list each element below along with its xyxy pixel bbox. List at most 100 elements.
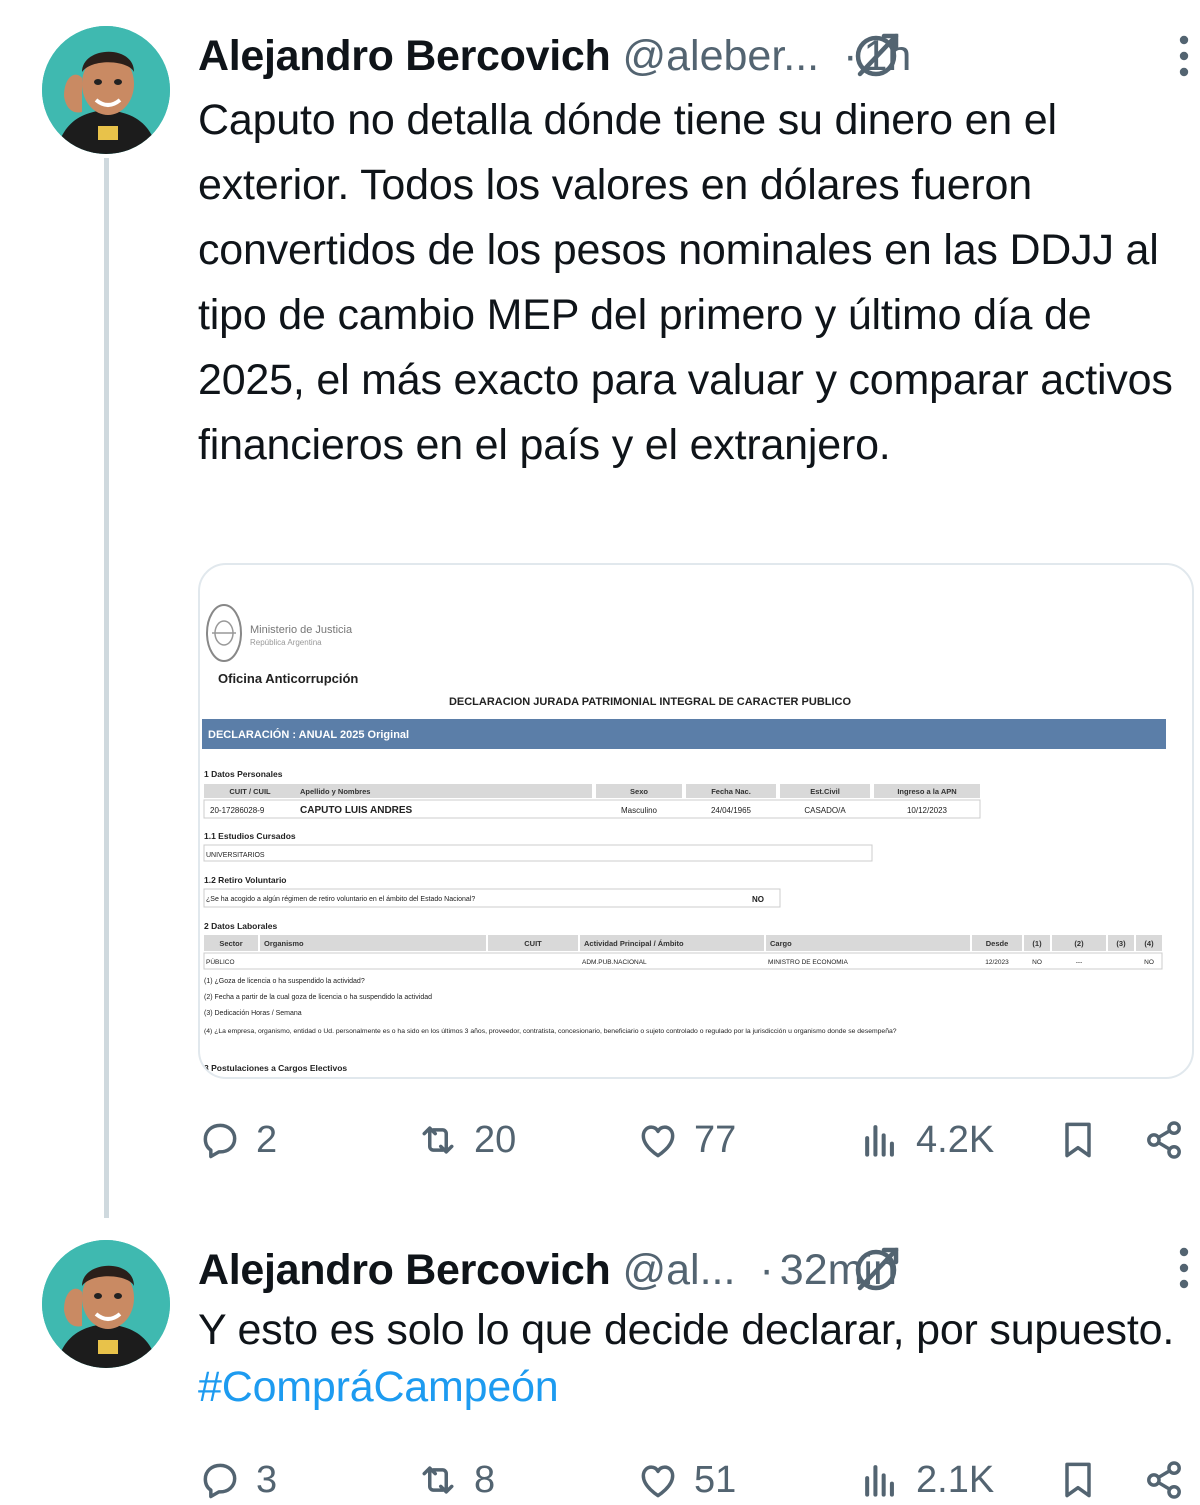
repost-icon — [422, 1126, 454, 1154]
avatar[interactable] — [42, 1240, 170, 1368]
note-1: (1) ¿Goza de licencia o ha suspendido la… — [204, 978, 365, 985]
svg-text:Sector: Sector — [219, 939, 242, 948]
ministry-emblem-icon — [206, 604, 242, 662]
tweet[interactable]: Alejandro Bercovich @aleber... · 1h Capu… — [0, 0, 1200, 1210]
svg-text:¿Se ha acogido a algún régimen: ¿Se ha acogido a algún régimen de retiro… — [206, 896, 475, 903]
reply-count: 3 — [256, 1458, 278, 1501]
note-4: (4) ¿La empresa, organismo, entidad o Ud… — [204, 1028, 897, 1035]
svg-text:UNIVERSITARIOS: UNIVERSITARIOS — [206, 852, 265, 859]
section-work: 2 Datos Laborales — [204, 921, 277, 931]
tweet-media-image[interactable]: Ministerio de Justicia República Argenti… — [198, 563, 1194, 1079]
section-elective: 3 Postulaciones a Cargos Electivos — [204, 1063, 347, 1073]
office-name: Oficina Anticorrupción — [218, 671, 358, 686]
reply-icon — [203, 1123, 237, 1159]
svg-text:Ingreso a la APN: Ingreso a la APN — [897, 787, 956, 796]
like-count: 51 — [694, 1458, 737, 1501]
svg-text:---: --- — [1076, 959, 1083, 966]
repost-count: 20 — [474, 1118, 517, 1161]
note-3: (3) Dedicación Horas / Semana — [204, 1010, 302, 1017]
more-icon[interactable] — [1174, 1246, 1194, 1294]
svg-text:PÚBLICO: PÚBLICO — [206, 957, 235, 966]
like-icon — [641, 1465, 675, 1498]
ministry-line-2: República Argentina — [250, 638, 322, 647]
like-button[interactable]: 77 — [636, 1110, 736, 1170]
svg-text:20-17286028-9: 20-17286028-9 — [210, 806, 265, 815]
share-icon — [1147, 1121, 1181, 1159]
grok-icon[interactable] — [848, 26, 904, 82]
svg-text:10/12/2023: 10/12/2023 — [907, 806, 948, 815]
views-button[interactable]: 4.2K — [858, 1110, 994, 1170]
like-button[interactable]: 51 — [636, 1450, 736, 1505]
repost-button[interactable]: 20 — [416, 1110, 516, 1170]
svg-text:Desde: Desde — [986, 939, 1009, 948]
more-icon[interactable] — [1174, 34, 1194, 82]
separator-dot: · — [759, 1245, 774, 1294]
views-button[interactable]: 2.1K — [858, 1450, 994, 1505]
svg-text:CUIT / CUIL: CUIT / CUIL — [229, 787, 271, 796]
svg-text:Masculino: Masculino — [621, 806, 658, 815]
views-icon — [865, 1125, 894, 1157]
like-count: 77 — [694, 1118, 737, 1161]
repost-count: 8 — [474, 1458, 496, 1501]
author-handle[interactable]: @al... — [622, 1246, 735, 1295]
views-icon — [865, 1465, 894, 1497]
share-button[interactable] — [1142, 1110, 1186, 1170]
svg-text:(4): (4) — [1144, 939, 1154, 948]
author-handle[interactable]: @aleber... — [622, 32, 819, 81]
svg-text:Apellido y Nombres: Apellido y Nombres — [300, 787, 370, 796]
svg-text:Cargo: Cargo — [770, 939, 792, 948]
tweet-text: Y esto es solo lo que decide declarar, p… — [198, 1302, 1192, 1416]
declaration-banner: DECLARACIÓN : ANUAL 2025 Original — [208, 728, 409, 741]
bookmark-button[interactable] — [1056, 1110, 1100, 1170]
svg-text:Fecha Nac.: Fecha Nac. — [711, 787, 751, 796]
tweet[interactable]: Alejandro Bercovich @al... · 32min Y est… — [0, 1230, 1200, 1505]
bookmark-icon — [1065, 1122, 1091, 1158]
svg-text:ADM.PUB.NACIONAL: ADM.PUB.NACIONAL — [582, 959, 647, 966]
tweet-header: Alejandro Bercovich @al... · 32min — [198, 1240, 1184, 1300]
declaration-document: Ministerio de Justicia República Argenti… — [202, 604, 1166, 1073]
svg-text:CASADO/A: CASADO/A — [804, 806, 846, 815]
svg-text:(1): (1) — [1032, 939, 1042, 948]
author-name[interactable]: Alejandro Bercovich — [198, 32, 611, 81]
tweet-actions: 3 8 51 2.1K — [198, 1450, 1192, 1505]
share-button[interactable] — [1142, 1450, 1186, 1505]
svg-text:(3): (3) — [1116, 939, 1126, 948]
svg-text:24/04/1965: 24/04/1965 — [711, 806, 752, 815]
svg-text:CAPUTO LUIS ANDRES: CAPUTO LUIS ANDRES — [300, 805, 413, 816]
svg-text:CUIT: CUIT — [524, 939, 542, 948]
bookmark-button[interactable] — [1056, 1450, 1100, 1505]
document-title: DECLARACION JURADA PATRIMONIAL INTEGRAL … — [449, 696, 852, 708]
tweet-actions: 2 20 77 4.2K — [198, 1110, 1192, 1170]
note-2: (2) Fecha a partir de la cual goza de li… — [204, 994, 432, 1001]
svg-text:Organismo: Organismo — [264, 939, 304, 948]
svg-text:Est.Civil: Est.Civil — [810, 787, 840, 796]
svg-text:NO: NO — [1144, 959, 1154, 966]
repost-button[interactable]: 8 — [416, 1450, 495, 1505]
repost-icon — [422, 1466, 454, 1494]
avatar[interactable] — [42, 26, 170, 154]
view-count: 2.1K — [916, 1458, 995, 1501]
ministry-line-1: Ministerio de Justicia — [250, 624, 353, 636]
grok-icon[interactable] — [848, 1240, 904, 1296]
svg-text:Actividad Principal / Ámbito: Actividad Principal / Ámbito — [584, 939, 684, 948]
reply-count: 2 — [256, 1118, 278, 1161]
svg-text:MINISTRO DE ECONOMIA: MINISTRO DE ECONOMIA — [768, 959, 848, 966]
hashtag-link[interactable]: #CompráCampeón — [198, 1363, 559, 1411]
svg-text:Sexo: Sexo — [630, 787, 648, 796]
section-personal: 1 Datos Personales — [204, 769, 283, 779]
reply-icon — [203, 1463, 237, 1499]
svg-text:NO: NO — [1032, 959, 1042, 966]
like-icon — [641, 1125, 675, 1158]
share-icon — [1147, 1461, 1181, 1499]
bookmark-icon — [1065, 1462, 1091, 1498]
tweet-text: Caputo no detalla dónde tiene su dinero … — [198, 96, 1173, 469]
tweet-text-body: Y esto es solo lo que decide declarar, p… — [198, 1306, 1175, 1354]
view-count: 4.2K — [916, 1118, 995, 1161]
reply-button[interactable]: 2 — [198, 1110, 277, 1170]
author-name[interactable]: Alejandro Bercovich — [198, 1246, 611, 1295]
reply-button[interactable]: 3 — [198, 1450, 277, 1505]
tweet-header: Alejandro Bercovich @aleber... · 1h — [198, 26, 1184, 86]
svg-text:(2): (2) — [1074, 939, 1084, 948]
svg-text:NO: NO — [752, 895, 764, 904]
section-retirement: 1.2 Retiro Voluntario — [204, 875, 287, 885]
